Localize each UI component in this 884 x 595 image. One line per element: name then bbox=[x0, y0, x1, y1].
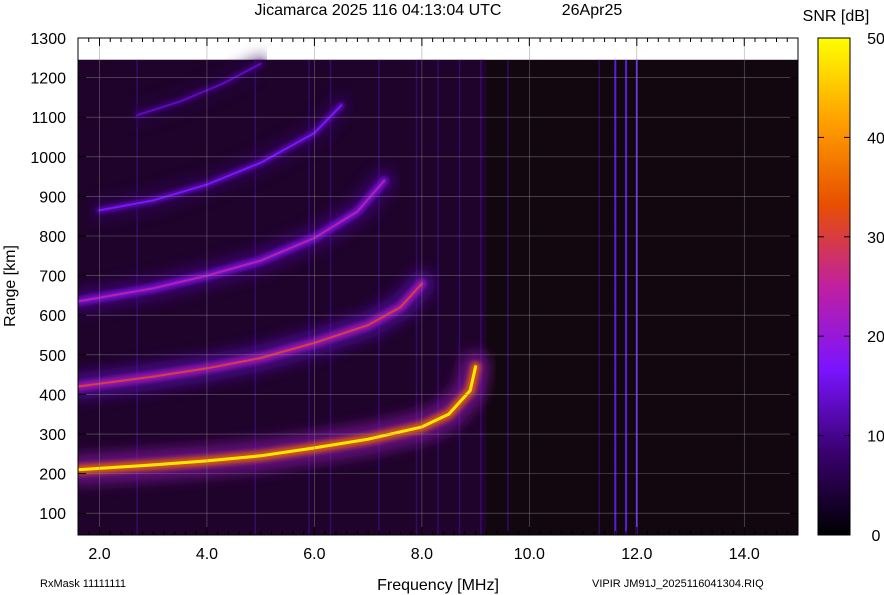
colorbar-tick-label: 0 bbox=[872, 528, 881, 545]
heatmap-layer bbox=[78, 54, 798, 535]
y-tick-label: 200 bbox=[39, 467, 66, 484]
y-tick-label: 1300 bbox=[30, 31, 66, 48]
colorbar-tick-label: 30 bbox=[867, 230, 884, 247]
y-tick-label: 400 bbox=[39, 387, 66, 404]
colorbar-tick-label: 50 bbox=[867, 31, 884, 48]
x-tick-label: 2.0 bbox=[88, 546, 110, 563]
y-tick-label: 1000 bbox=[30, 150, 66, 167]
y-axis-label: Range [km] bbox=[2, 245, 19, 327]
rxmask-label: RxMask 11111111 bbox=[40, 578, 126, 590]
x-axis-label: Frequency [MHz] bbox=[377, 577, 499, 594]
x-tick-label: 14.0 bbox=[729, 546, 760, 563]
y-tick-label: 500 bbox=[39, 348, 66, 365]
x-tick-label: 10.0 bbox=[514, 546, 545, 563]
y-tick-label: 900 bbox=[39, 189, 66, 206]
x-tick-label: 6.0 bbox=[303, 546, 325, 563]
colorbar-tick-label: 20 bbox=[867, 329, 884, 346]
file-label: VIPIR JM91J_2025116041304.RIQ bbox=[592, 578, 764, 590]
x-tick-label: 8.0 bbox=[411, 546, 433, 563]
y-tick-label: 300 bbox=[39, 427, 66, 444]
colorbar bbox=[817, 37, 851, 536]
x-tick-label: 4.0 bbox=[196, 546, 218, 563]
chart-title: Jicamarca 2025 116 04:13:04 UTC bbox=[255, 2, 502, 19]
y-tick-label: 800 bbox=[39, 229, 66, 246]
y-tick-label: 1100 bbox=[32, 110, 67, 127]
y-tick-label: 100 bbox=[39, 506, 66, 523]
ionogram-chart: Jicamarca 2025 116 04:13:04 UTC 26Apr25 … bbox=[2, 2, 884, 594]
colorbar-tick-label: 10 bbox=[867, 429, 884, 446]
x-tick-label: 12.0 bbox=[621, 546, 652, 563]
y-tick-label: 1200 bbox=[30, 71, 66, 88]
colorbar-label: SNR [dB] bbox=[803, 8, 870, 25]
colorbar-tick-label: 40 bbox=[867, 130, 884, 147]
y-tick-label: 700 bbox=[39, 269, 66, 286]
y-tick-label: 600 bbox=[39, 308, 66, 325]
chart-date: 26Apr25 bbox=[562, 2, 623, 19]
